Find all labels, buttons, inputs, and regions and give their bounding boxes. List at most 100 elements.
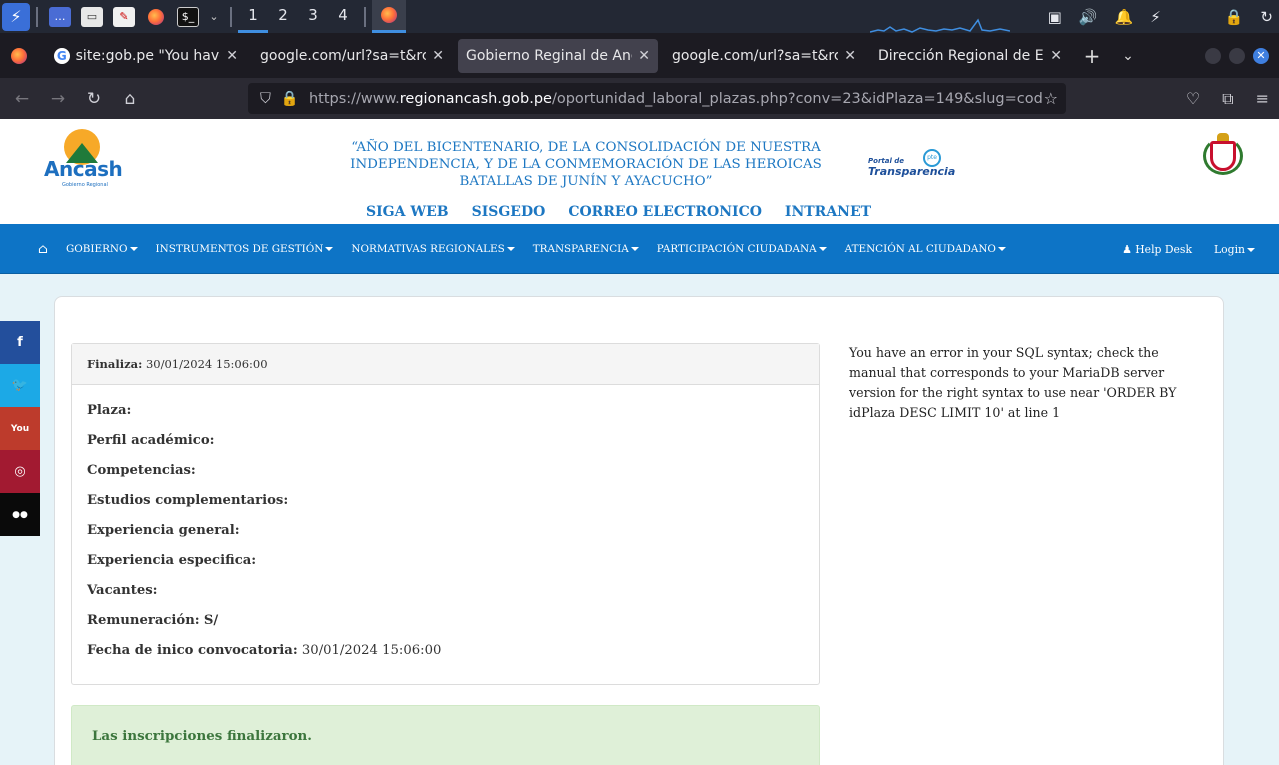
main-menu: ⌂ GOBIERNO INSTRUMENTOS DE GESTIÓN NORMA… xyxy=(0,224,1279,274)
field-label: Remuneración: xyxy=(87,613,200,628)
list-tabs-chevron-icon[interactable]: ⌄ xyxy=(1110,48,1146,64)
menu-participacion-ciudadana[interactable]: PARTICIPACIÓN CIUDADANA xyxy=(657,243,827,255)
menu-normativas-regionales[interactable]: NORMATIVAS REGIONALES xyxy=(351,243,515,255)
year-motto: “AÑO DEL BICENTENARIO, DE LA CONSOLIDACI… xyxy=(350,140,822,189)
close-tab-icon[interactable]: ✕ xyxy=(432,48,444,64)
field-label: Experiencia especifica: xyxy=(87,553,257,568)
google-favicon-icon: G xyxy=(54,47,70,64)
bookmark-star-icon[interactable]: ☆ xyxy=(1044,89,1058,108)
workspace-4[interactable]: 4 xyxy=(328,0,358,33)
screen-icon[interactable]: ▣ xyxy=(1048,8,1062,26)
menu-label: NORMATIVAS REGIONALES xyxy=(351,243,505,255)
url-host: regionancash.gob.pe xyxy=(399,90,552,107)
terminal-icon[interactable]: $_ xyxy=(177,6,199,27)
extensions-puzzle-icon[interactable]: ⧉ xyxy=(1222,89,1233,109)
close-tab-icon[interactable]: ✕ xyxy=(638,48,650,64)
menu-label: GOBIERNO xyxy=(65,243,128,255)
workspace-2[interactable]: 2 xyxy=(268,0,298,33)
field-label: Fecha de inico convocatoria: xyxy=(87,643,298,658)
kali-menu-icon[interactable]: ⚡ xyxy=(2,2,30,31)
shield-icon[interactable]: ⛉ xyxy=(260,91,271,107)
pocket-icon[interactable]: ♡ xyxy=(1186,89,1200,108)
minimize-window-icon[interactable] xyxy=(1205,47,1221,64)
firefox-view-icon[interactable] xyxy=(0,47,38,64)
panel-header: Finaliza: 30/01/2024 15:06:00 xyxy=(72,344,819,385)
browser-tab-5[interactable]: Dirección Regional de Edu ✕ xyxy=(870,39,1070,73)
link-sisgedo[interactable]: SISGEDO xyxy=(472,204,546,220)
url-bar[interactable]: ⛉ 🔒 https://www. regionancash.gob.pe/opor… xyxy=(248,83,1066,114)
browser-tab-4[interactable]: google.com/url?sa=t&rct= ✕ xyxy=(664,39,864,73)
lock-icon[interactable]: 🔒 xyxy=(1225,8,1244,26)
finaliza-value: 30/01/2024 15:06:00 xyxy=(145,357,268,371)
registration-closed-alert: Las inscripciones finalizaron. xyxy=(71,705,820,765)
text-editor-icon[interactable]: ✎ xyxy=(113,6,135,27)
close-tab-icon[interactable]: ✕ xyxy=(226,48,238,64)
restart-icon[interactable]: ↻ xyxy=(1260,8,1273,26)
transparency-badge: pte xyxy=(923,149,941,167)
quick-links: SIGA WEB SISGEDO CORREO ELECTRONICO INTR… xyxy=(366,204,871,220)
forward-arrow-icon[interactable]: → xyxy=(40,89,76,109)
menu-atencion-ciudadano[interactable]: ATENCIÓN AL CIUDADANO xyxy=(845,243,1006,255)
caret-down-icon xyxy=(129,247,138,251)
field-label: Perfil académico: xyxy=(87,433,215,448)
desktop-icon[interactable]: … xyxy=(49,6,71,27)
youtube-icon[interactable]: You xyxy=(0,407,40,450)
browser-nav-bar: ← → ↻ ⌂ ⛉ 🔒 https://www. regionancash.gob… xyxy=(0,78,1279,119)
caret-down-icon xyxy=(506,247,515,251)
menu-transparencia[interactable]: TRANSPARENCIA xyxy=(533,243,639,255)
file-manager-icon[interactable]: ▭ xyxy=(81,6,103,27)
user-icon: ♟ xyxy=(1122,242,1132,256)
firefox-window-button[interactable] xyxy=(372,0,406,33)
volume-icon[interactable]: 🔊 xyxy=(1079,8,1098,26)
caret-down-icon xyxy=(325,247,334,251)
close-window-icon[interactable]: ✕ xyxy=(1253,47,1269,64)
workspace-1[interactable]: 1 xyxy=(238,0,268,33)
link-siga-web[interactable]: SIGA WEB xyxy=(366,204,449,220)
link-correo-electronico[interactable]: CORREO ELECTRONICO xyxy=(568,204,762,220)
home-icon[interactable]: ⌂ xyxy=(112,89,148,109)
maximize-window-icon[interactable] xyxy=(1229,47,1245,64)
field-experiencia-especifica: Experiencia especifica: xyxy=(87,551,804,581)
logo-subtitle: Gobierno Regional xyxy=(62,182,108,188)
field-label: Vacantes: xyxy=(87,583,158,598)
field-experiencia-general: Experiencia general: xyxy=(87,521,804,551)
reload-icon[interactable]: ↻ xyxy=(76,89,112,109)
browser-tab-1[interactable]: G site:gob.pe "You have a ✕ xyxy=(46,39,246,73)
transparency-portal-logo[interactable]: Portal de Transparencia pte xyxy=(866,149,955,181)
ancash-logo[interactable]: Ancash Gobierno Regional xyxy=(44,129,123,188)
padlock-icon[interactable]: 🔒 xyxy=(281,90,299,107)
field-fecha-inicio: Fecha de inico convocatoria: 30/01/2024 … xyxy=(87,641,804,671)
browser-tab-2[interactable]: google.com/url?sa=t&rct= ✕ xyxy=(252,39,452,73)
instagram-icon[interactable]: ◎ xyxy=(0,450,40,493)
new-tab-plus-icon[interactable]: + xyxy=(1074,44,1110,68)
chevron-down-icon[interactable]: ⌄ xyxy=(209,7,219,27)
menu-instrumentos-gestion[interactable]: INSTRUMENTOS DE GESTIÓN xyxy=(156,243,334,255)
power-manager-icon[interactable]: ⚡ xyxy=(1150,8,1161,26)
workspace-3[interactable]: 3 xyxy=(298,0,328,33)
tab-title: Dirección Regional de Edu xyxy=(878,47,1045,64)
menu-label: PARTICIPACIÓN CIUDADANA xyxy=(656,243,817,255)
transparency-label-1: Portal de xyxy=(868,157,905,165)
login-dropdown[interactable]: Login xyxy=(1214,243,1255,256)
menu-label: ATENCIÓN AL CIUDADANO xyxy=(844,243,996,255)
close-tab-icon[interactable]: ✕ xyxy=(844,48,856,64)
firefox-launcher-icon[interactable] xyxy=(145,7,167,27)
tab-title: google.com/url?sa=t&rct= xyxy=(672,47,839,64)
help-desk-link[interactable]: ♟ Help Desk xyxy=(1122,243,1192,256)
finaliza-label: Finaliza: xyxy=(87,357,143,371)
os-taskbar: ⚡ … ▭ ✎ $_ ⌄ 1 2 3 4 ▣ 🔊 🔔 ⚡ 🔒 ↻ xyxy=(0,0,1279,33)
facebook-icon[interactable]: f xyxy=(0,321,40,364)
hamburger-menu-icon[interactable]: ≡ xyxy=(1256,89,1269,108)
taskbar-separator xyxy=(36,6,38,27)
notification-bell-icon[interactable]: 🔔 xyxy=(1115,8,1134,26)
crest-shield xyxy=(1210,141,1236,171)
home-icon[interactable]: ⌂ xyxy=(38,242,48,257)
menu-gobierno[interactable]: GOBIERNO xyxy=(66,243,138,255)
login-label: Login xyxy=(1214,242,1245,256)
browser-tab-3-active[interactable]: Gobierno Reginal de Ancas ✕ xyxy=(458,38,658,73)
close-tab-icon[interactable]: ✕ xyxy=(1050,48,1062,64)
twitter-icon[interactable]: 🐦 xyxy=(0,364,40,407)
flickr-icon[interactable]: ●● xyxy=(0,493,40,536)
back-arrow-icon[interactable]: ← xyxy=(4,89,40,109)
link-intranet[interactable]: INTRANET xyxy=(785,204,871,220)
